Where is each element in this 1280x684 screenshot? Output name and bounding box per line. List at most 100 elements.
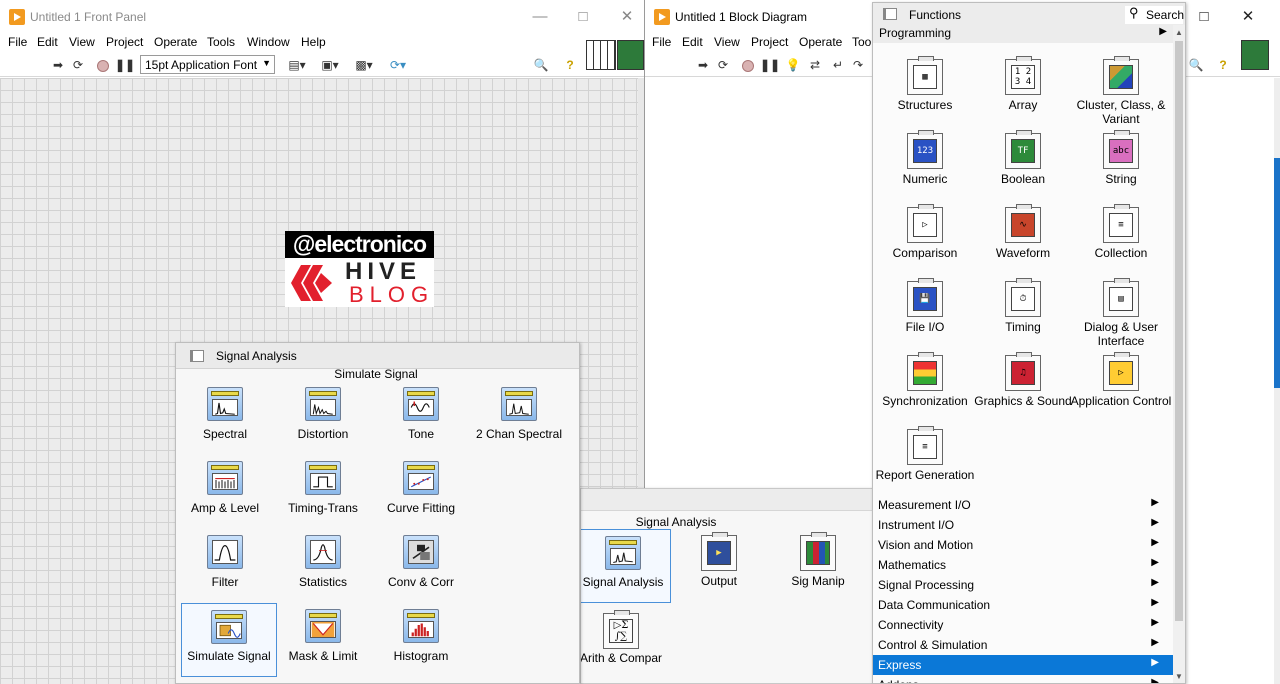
window-edge-scrollbar[interactable] (1274, 78, 1280, 684)
menu-operate[interactable]: Operate (799, 35, 842, 49)
palette-item-statistics[interactable]: Statistics (275, 533, 371, 603)
abort-icon[interactable] (95, 57, 111, 73)
palette-item-graphics-sound[interactable]: ♫ Graphics & Sound (974, 345, 1072, 417)
scroll-down-icon[interactable]: ▼ (1173, 672, 1185, 681)
palette-item-file-io[interactable]: 💾 File I/O (877, 271, 973, 343)
category-data-communication[interactable]: Data Communication ▶ (873, 595, 1175, 615)
distribute-objects-icon[interactable]: ▣▾ (318, 57, 342, 73)
palette-item-numeric[interactable]: 123 Numeric (877, 123, 973, 195)
palette-item-collection[interactable]: ≡ Collection (1073, 197, 1169, 269)
functions-palette-header[interactable]: Functions ⚲ Search (873, 3, 1185, 25)
palette-item-filter[interactable]: Filter (177, 533, 273, 603)
pin-icon[interactable] (190, 350, 204, 362)
menu-tools[interactable]: Tool (852, 35, 874, 49)
category-addons[interactable]: Addons ▶ (873, 675, 1175, 683)
menu-edit[interactable]: Edit (37, 35, 58, 49)
align-objects-icon[interactable]: ▤▾ (285, 57, 309, 73)
palette-item-arith-compar[interactable]: ▷Σ ∫∑ Arith & Compar (581, 607, 669, 677)
pause-icon[interactable]: ❚❚ (760, 57, 780, 73)
menu-project[interactable]: Project (106, 35, 143, 49)
context-help-icon[interactable]: ? (1215, 57, 1231, 73)
palette-item-dialog[interactable]: ▤ Dialog & User Interface (1073, 271, 1169, 348)
palette-item-2-chan-spectral[interactable]: 2 Chan Spectral (471, 385, 567, 455)
category-label: Express (878, 658, 922, 672)
category-control-simulation[interactable]: Control & Simulation ▶ (873, 635, 1175, 655)
maximize-icon[interactable]: □ (568, 6, 598, 28)
palette-item-synchronization[interactable]: Synchronization (877, 345, 973, 417)
search-button[interactable]: ⚲ Search (1125, 5, 1184, 24)
category-signal-processing[interactable]: Signal Processing ▶ (873, 575, 1175, 595)
menu-help[interactable]: Help (301, 35, 326, 49)
palette-item-conv-corr[interactable]: Conv & Corr (373, 533, 469, 603)
category-vision-and-motion[interactable]: Vision and Motion ▶ (873, 535, 1175, 555)
reorder-icon[interactable]: ⟳▾ (386, 57, 410, 73)
menu-window[interactable]: Window (247, 35, 290, 49)
palette-item-output[interactable]: ▶ Output (671, 529, 767, 599)
palette-item-spectral[interactable]: Spectral (177, 385, 273, 455)
font-select[interactable]: 15pt Application Font ▼ (140, 55, 275, 74)
category-instrument-i-o[interactable]: Instrument I/O ▶ (873, 515, 1175, 535)
palette-item-simulate-signal[interactable]: Simulate Signal (181, 603, 277, 677)
run-continuously-icon[interactable]: ⟳ (715, 57, 731, 73)
menu-tools[interactable]: Tools (207, 35, 235, 49)
functions-palette-scrollbar[interactable]: ▲ ▼ (1173, 25, 1185, 683)
front-panel-toolbar: ➡ ⟳ ❚❚ 15pt Application Font ▼ ▤▾ ▣▾ ▩▾ ⟳… (0, 53, 644, 77)
palette-item-signal-analysis[interactable]: Signal Analysis (581, 529, 671, 603)
scrollbar-thumb[interactable] (1175, 41, 1183, 621)
menu-view[interactable]: View (69, 35, 95, 49)
menu-project[interactable]: Project (751, 35, 788, 49)
palette-item-waveform[interactable]: ∿ Waveform (975, 197, 1071, 269)
category-measurement-i-o[interactable]: Measurement I/O ▶ (873, 495, 1175, 515)
search-icon[interactable]: 🔍 (1188, 57, 1204, 73)
menu-view[interactable]: View (714, 35, 740, 49)
pin-icon[interactable] (883, 8, 897, 20)
resize-objects-icon[interactable]: ▩▾ (352, 57, 376, 73)
maximize-icon[interactable]: □ (1189, 6, 1219, 28)
palette-item-histogram[interactable]: Histogram (373, 607, 469, 677)
close-icon[interactable]: ✕ (612, 6, 642, 28)
category-mathematics[interactable]: Mathematics ▶ (873, 555, 1175, 575)
palette-item-application-control[interactable]: ▷ Application Control (1071, 345, 1171, 417)
palette-item-comparison[interactable]: ▷ Comparison (877, 197, 973, 269)
retain-wire-values-icon[interactable]: ⇄ (807, 57, 823, 73)
palette-item-report-generation[interactable]: ≡ Report Generation (876, 419, 974, 491)
minimize-icon[interactable]: — (525, 6, 555, 28)
close-icon[interactable]: ✕ (1233, 6, 1263, 28)
menu-file[interactable]: File (652, 35, 671, 49)
palette-item-cluster[interactable]: Cluster, Class, & Variant (1073, 49, 1169, 126)
palette-item-sig-manip[interactable]: Sig Manip (770, 529, 866, 599)
vi-icon[interactable] (1241, 40, 1269, 70)
palette-item-timing-trans[interactable]: Timing-Trans (275, 459, 371, 529)
category-express[interactable]: Express ▶ (873, 655, 1175, 675)
palette-item-string[interactable]: abc String (1073, 123, 1169, 195)
scrollbar-thumb[interactable] (1274, 158, 1280, 388)
menu-file[interactable]: File (8, 35, 27, 49)
step-into-icon[interactable]: ↵ (830, 57, 846, 73)
palette-item-distortion[interactable]: Distortion (275, 385, 371, 455)
highlight-execution-icon[interactable]: 💡 (785, 57, 801, 73)
palette-item-curve-fitting[interactable]: Curve Fitting (373, 459, 469, 529)
run-icon[interactable]: ➡ (695, 57, 711, 73)
signal-analysis-palette-header[interactable]: Signal Analysis (176, 343, 579, 369)
palette-item-array[interactable]: 1 23 4 Array (975, 49, 1071, 121)
abort-icon[interactable] (740, 57, 756, 73)
menu-edit[interactable]: Edit (682, 35, 703, 49)
category-connectivity[interactable]: Connectivity ▶ (873, 615, 1175, 635)
category-header-programming[interactable]: Programming ▶ (873, 25, 1185, 43)
connector-pane-icon[interactable] (586, 40, 616, 70)
palette-item-amp-level[interactable]: Amp & Level (177, 459, 273, 529)
scroll-up-icon[interactable]: ▲ (1173, 28, 1185, 37)
palette-item-timing[interactable]: ⏱ Timing (975, 271, 1071, 343)
palette-item-tone[interactable]: Tone (373, 385, 469, 455)
search-icon[interactable]: 🔍 (533, 57, 549, 73)
context-help-icon[interactable]: ? (562, 57, 578, 73)
palette-item-structures[interactable]: ▦ Structures (877, 49, 973, 121)
menu-operate[interactable]: Operate (154, 35, 197, 49)
palette-item-boolean[interactable]: TF Boolean (975, 123, 1071, 195)
pause-icon[interactable]: ❚❚ (115, 57, 135, 73)
run-icon[interactable]: ➡ (50, 57, 66, 73)
palette-item-mask-limit[interactable]: Mask & Limit (275, 607, 371, 677)
step-over-icon[interactable]: ↷ (850, 57, 866, 73)
vi-icon[interactable] (617, 40, 644, 70)
run-continuously-icon[interactable]: ⟳ (70, 57, 86, 73)
